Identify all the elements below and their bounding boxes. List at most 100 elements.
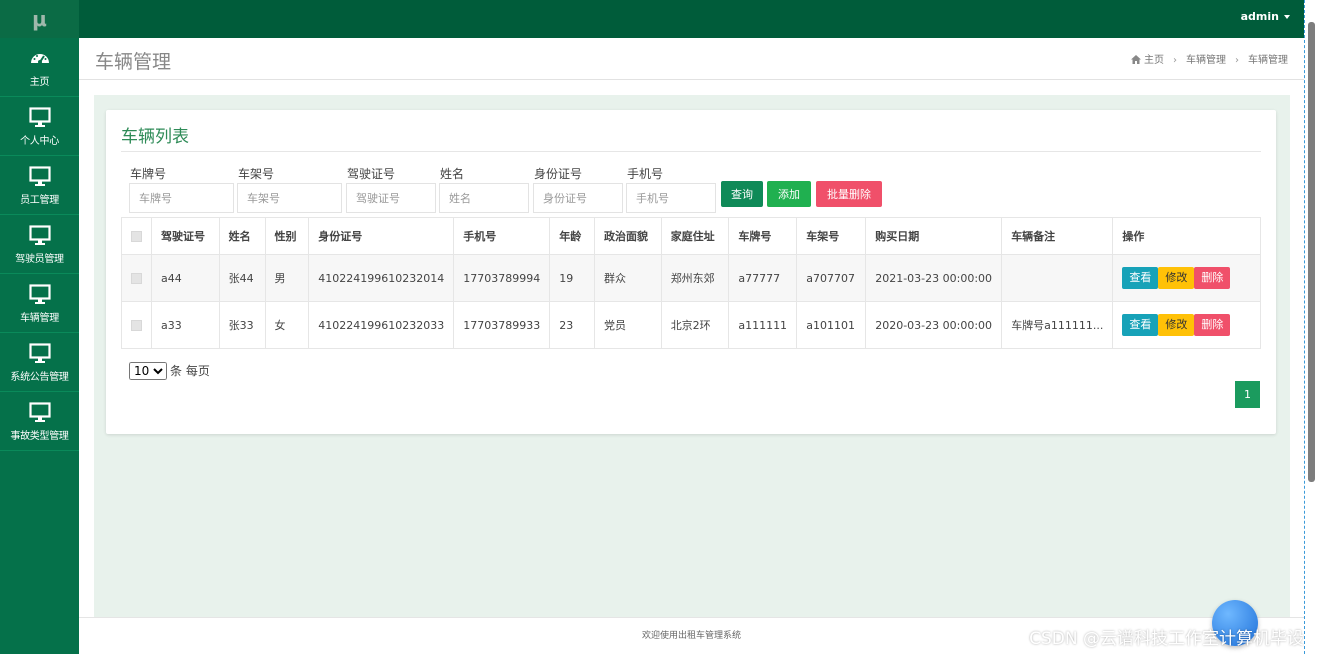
search-label: 车牌号 — [130, 167, 167, 181]
table-cell: 北京2环 — [660, 301, 730, 349]
delete-button[interactable]: 删除 — [1194, 267, 1231, 289]
phone-input[interactable] — [626, 183, 716, 213]
chevron-right-icon: › — [1173, 55, 1177, 66]
search-label: 姓名 — [440, 167, 465, 181]
column-header: 姓名 — [218, 217, 266, 255]
search-field-frame: 车架号 — [237, 165, 342, 213]
table-cell: a77777 — [728, 254, 798, 302]
column-header: 购买日期 — [865, 217, 1003, 255]
chevron-right-icon: › — [1235, 55, 1239, 66]
row-select-cell — [121, 254, 152, 302]
breadcrumb-item[interactable]: 车辆管理 — [1186, 55, 1226, 66]
frame-number-input[interactable] — [237, 183, 342, 213]
table-cell: 张33 — [218, 301, 266, 349]
table-cell: 17703789994 — [453, 254, 551, 302]
sidebar-item-accident-types[interactable]: 事故类型管理 — [0, 392, 79, 451]
plate-number-input[interactable] — [129, 183, 234, 213]
page-size-suffix: 条 每页 — [170, 364, 210, 378]
table-cell — [1001, 254, 1114, 302]
actions-cell: 查看 修改 删除 — [1112, 254, 1261, 302]
user-name: admin — [1240, 10, 1279, 23]
monitor-icon — [28, 402, 51, 422]
search-label: 手机号 — [627, 167, 664, 181]
search-field-phone: 手机号 — [626, 165, 716, 213]
batch-delete-button[interactable]: 批量删除 — [816, 181, 882, 207]
table-cell: 410224199610232033 — [308, 301, 455, 349]
actions-cell: 查看 修改 删除 — [1112, 301, 1261, 349]
app-logo: μ — [0, 0, 79, 38]
table-cell: 23 — [549, 301, 595, 349]
vehicle-list-panel: 车辆列表 车牌号 车架号 驾驶证号 姓名 身份证号 手机号 查询 添加 批量删除 — [106, 110, 1276, 434]
table-cell: 女 — [264, 301, 310, 349]
name-input[interactable] — [439, 183, 529, 213]
column-header: 车辆备注 — [1001, 217, 1114, 255]
divider — [121, 151, 1261, 152]
page-size-select[interactable]: 10 — [129, 362, 167, 380]
column-header: 车牌号 — [728, 217, 798, 255]
page-header: 车辆管理 主页 › 车辆管理 › 车辆管理 — [79, 38, 1304, 80]
search-field-plate: 车牌号 — [129, 165, 234, 213]
table-cell: 2020-03-23 00:00:00 — [865, 301, 1003, 349]
column-header: 性别 — [264, 217, 310, 255]
table-cell: 张44 — [218, 254, 266, 302]
table-cell: 党员 — [593, 301, 662, 349]
sidebar-item-drivers[interactable]: 驾驶员管理 — [0, 215, 79, 274]
sidebar-item-label: 驾驶员管理 — [15, 254, 64, 265]
sidebar-item-label: 员工管理 — [20, 195, 59, 206]
view-button[interactable]: 查看 — [1122, 314, 1159, 336]
home-icon — [1131, 55, 1141, 64]
sidebar-item-home[interactable]: 主页 — [0, 38, 79, 97]
row-checkbox[interactable] — [131, 320, 142, 331]
breadcrumb-home[interactable]: 主页 — [1144, 55, 1164, 66]
table-cell: 2021-03-23 00:00:00 — [865, 254, 1003, 302]
table-cell: 群众 — [593, 254, 662, 302]
page-button-current[interactable]: 1 — [1235, 381, 1260, 408]
monitor-icon — [28, 107, 51, 127]
column-header: 政治面貌 — [593, 217, 662, 255]
sidebar: 主页 个人中心 员工管理 驾驶员管理 车辆管理 系统公告管理 事故类型管理 — [0, 38, 79, 654]
vehicle-table: 驾驶证号 姓名 性别 身份证号 手机号 年龄 政治面貌 家庭住址 车牌号 车架号… — [121, 217, 1261, 349]
column-header: 身份证号 — [308, 217, 455, 255]
sidebar-item-label: 个人中心 — [20, 136, 59, 147]
sidebar-item-label: 车辆管理 — [20, 313, 59, 324]
monitor-icon — [28, 343, 51, 363]
scrollbar[interactable] — [1304, 0, 1318, 654]
row-checkbox[interactable] — [131, 273, 142, 284]
query-button[interactable]: 查询 — [721, 181, 763, 207]
user-menu[interactable]: admin — [1241, 0, 1290, 38]
search-field-name: 姓名 — [439, 165, 529, 213]
delete-button[interactable]: 删除 — [1194, 314, 1231, 336]
column-header: 家庭住址 — [660, 217, 730, 255]
column-header: 手机号 — [453, 217, 551, 255]
sidebar-item-staff[interactable]: 员工管理 — [0, 156, 79, 215]
search-field-license: 驾驶证号 — [346, 165, 436, 213]
breadcrumb: 主页 › 车辆管理 › 车辆管理 — [1131, 51, 1288, 66]
search-label: 驾驶证号 — [347, 167, 396, 181]
sidebar-item-profile[interactable]: 个人中心 — [0, 97, 79, 156]
table-cell: a44 — [151, 254, 220, 302]
column-header: 驾驶证号 — [151, 217, 220, 255]
column-header: 年龄 — [549, 217, 595, 255]
id-card-input[interactable] — [533, 183, 623, 213]
table-cell: a101101 — [796, 301, 867, 349]
breadcrumb-current: 车辆管理 — [1248, 55, 1288, 66]
edit-button[interactable]: 修改 — [1158, 314, 1195, 336]
select-all-checkbox[interactable] — [131, 231, 142, 242]
sidebar-item-vehicles[interactable]: 车辆管理 — [0, 274, 79, 333]
dashboard-icon — [30, 54, 49, 64]
watermark: CSDN @云谱科技工作室计算机毕设 — [1029, 629, 1304, 649]
license-number-input[interactable] — [346, 183, 436, 213]
column-header: 车架号 — [796, 217, 867, 255]
column-header: 操作 — [1112, 217, 1261, 255]
table-cell: a707707 — [796, 254, 867, 302]
sidebar-item-label: 事故类型管理 — [10, 431, 69, 442]
table-cell: a33 — [151, 301, 220, 349]
table-cell: 19 — [549, 254, 595, 302]
view-button[interactable]: 查看 — [1122, 267, 1159, 289]
search-label: 车架号 — [238, 167, 275, 181]
sidebar-item-notices[interactable]: 系统公告管理 — [0, 333, 79, 392]
edit-button[interactable]: 修改 — [1158, 267, 1195, 289]
scrollbar-thumb[interactable] — [1308, 22, 1315, 482]
add-button[interactable]: 添加 — [767, 181, 811, 207]
footer-text: 欢迎使用出租车管理系统 — [641, 631, 741, 641]
